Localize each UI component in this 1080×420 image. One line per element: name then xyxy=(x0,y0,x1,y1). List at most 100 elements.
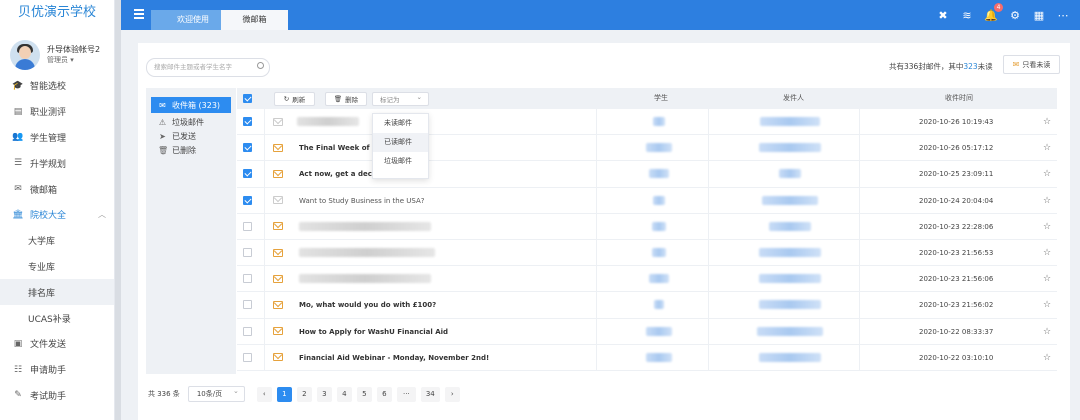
mail-subject[interactable]: How to Apply for WashU Financial Aid xyxy=(299,319,448,344)
page-button[interactable]: 6 xyxy=(376,386,392,402)
sidebar-subitem-ucas[interactable]: UCAS补录 xyxy=(0,305,114,331)
menu-item-unread[interactable]: 未读邮件 xyxy=(373,114,428,133)
sidebar-item-career-test[interactable]: ▤ 职业测评 xyxy=(0,99,114,125)
search-icon[interactable] xyxy=(257,62,264,69)
row-checkbox[interactable] xyxy=(243,169,252,179)
more-icon[interactable]: ⋯ xyxy=(1056,8,1070,22)
folder-trash[interactable]: 🗑 已删除 xyxy=(146,143,236,157)
mail-subject[interactable]: Mo, what would you do with £100? xyxy=(299,292,436,317)
sidebar-scrollbar[interactable] xyxy=(115,0,121,420)
wifi-icon[interactable]: ≋ xyxy=(960,8,974,22)
sidebar-subitem-majors[interactable]: 专业库 xyxy=(0,254,114,280)
menu-item-read[interactable]: 已读邮件 xyxy=(373,133,428,152)
column-student[interactable]: 学生 xyxy=(654,88,668,109)
page-button[interactable]: 5 xyxy=(356,386,372,402)
sidebar-item-planning[interactable]: ☰ 升学规划 xyxy=(0,150,114,176)
search-placeholder: 搜索邮件主题或者学生名字 xyxy=(154,63,232,71)
sidebar-item-apply[interactable]: ☷ 申请助手 xyxy=(0,357,114,383)
page-button[interactable]: 3 xyxy=(316,386,332,402)
page-button[interactable]: ··· xyxy=(396,386,416,402)
star-icon[interactable]: ☆ xyxy=(1043,214,1051,240)
sidebar-item-file-send[interactable]: ▣ 文件发送 xyxy=(0,331,114,357)
table-row[interactable]: Financial Aid Webinar - Monday, November… xyxy=(237,344,1057,371)
mail-subject[interactable]: Want to Study Business in the USA? xyxy=(299,188,424,213)
row-checkbox[interactable] xyxy=(243,248,252,258)
page-size-select[interactable]: 10条/页 xyxy=(187,384,245,402)
star-icon[interactable]: ☆ xyxy=(1043,188,1051,214)
page-button[interactable]: 2 xyxy=(296,386,312,402)
close-circle-icon[interactable]: ✖ xyxy=(936,8,950,22)
user-panel[interactable]: 升导体验帐号2 管理员 ▾ xyxy=(0,28,114,73)
user-role-dropdown[interactable]: 管理员 ▾ xyxy=(47,55,74,65)
next-page-button[interactable]: › xyxy=(444,386,460,402)
folder-spam[interactable]: ⚠ 垃圾邮件 xyxy=(146,115,236,129)
sidebar-subitem-universities[interactable]: 大学库 xyxy=(0,228,114,254)
table-row[interactable]: 2020-10-23 21:56:06 ☆ xyxy=(237,266,1057,293)
row-checkbox[interactable] xyxy=(243,274,252,284)
bell-icon[interactable]: 🔔 4 xyxy=(984,3,1003,22)
star-icon[interactable]: ☆ xyxy=(1043,266,1051,292)
redacted-sender xyxy=(759,300,821,310)
row-checkbox[interactable] xyxy=(243,326,252,336)
redacted-sender xyxy=(759,248,821,258)
sidebar-item-students[interactable]: 👥 学生管理 xyxy=(0,125,114,151)
tab-mailbox[interactable]: 微邮箱 xyxy=(221,10,288,30)
row-checkbox[interactable] xyxy=(243,143,252,153)
count-mid: 封邮件，其中 xyxy=(918,62,964,71)
table-row[interactable]: Act now, get a decisio 2020-10-25 23:09:1… xyxy=(237,161,1057,188)
table-row[interactable]: Mo, what would you do with £100? 2020-10-… xyxy=(237,292,1057,319)
mail-date: 2020-10-22 03:10:10 xyxy=(919,353,994,362)
table-row[interactable]: The Final Week of Cla 2020-10-26 05:17:12… xyxy=(237,135,1057,162)
sidebar-item-exam[interactable]: ✎ 考试助手 xyxy=(0,383,114,409)
sidebar-item-smart-select[interactable]: 🎓 智能选校 xyxy=(0,73,114,99)
mark-as-dropdown[interactable]: 标记为 ⌄ xyxy=(372,92,429,106)
delete-button[interactable]: 🗑 删除 xyxy=(325,92,367,106)
gear-icon[interactable]: ⚙ xyxy=(1008,8,1022,22)
sidebar-subitem-rankings[interactable]: 排名库 xyxy=(0,279,114,306)
star-icon[interactable]: ☆ xyxy=(1043,109,1051,135)
menu-icon[interactable] xyxy=(134,9,144,19)
bank-icon: 🏛 xyxy=(12,209,24,220)
table-row[interactable]: 2020-10-26 10:19:43 ☆ xyxy=(237,109,1057,136)
row-checkbox[interactable] xyxy=(243,352,252,362)
unread-only-button[interactable]: ✉ 只看未读 xyxy=(1003,55,1060,74)
calendar-icon[interactable]: ▦ xyxy=(1032,8,1046,22)
star-icon[interactable]: ☆ xyxy=(1043,161,1051,187)
row-checkbox[interactable] xyxy=(243,195,252,205)
folder-sent[interactable]: ➤ 已发送 xyxy=(146,129,236,143)
table-row[interactable]: 2020-10-23 21:56:53 ☆ xyxy=(237,239,1057,267)
redacted-student xyxy=(654,300,664,310)
sidebar-item-mailbox[interactable]: ✉ 微邮箱 xyxy=(0,176,114,202)
star-icon[interactable]: ☆ xyxy=(1043,292,1051,318)
column-sender[interactable]: 发件人 xyxy=(783,88,804,109)
table-row[interactable]: Want to Study Business in the USA? 2020-1… xyxy=(237,187,1057,214)
table-row[interactable]: 2020-10-23 22:28:06 ☆ xyxy=(237,213,1057,240)
column-received[interactable]: 收件时间 xyxy=(945,88,973,109)
prev-page-button[interactable]: ‹ xyxy=(256,386,272,402)
mail-date: 2020-10-26 05:17:12 xyxy=(919,144,994,153)
pagination: 共 336 条 10条/页 ‹ 123456···34 › xyxy=(148,384,465,402)
mail-subject[interactable]: Financial Aid Webinar - Monday, November… xyxy=(299,345,489,370)
redacted-subject xyxy=(299,274,431,284)
star-icon[interactable]: ☆ xyxy=(1043,319,1051,345)
star-icon[interactable]: ☆ xyxy=(1043,345,1051,371)
menu-item-spam[interactable]: 垃圾邮件 xyxy=(373,152,428,171)
star-icon[interactable]: ☆ xyxy=(1043,240,1051,266)
page-button[interactable]: 4 xyxy=(336,386,352,402)
page-button[interactable]: 1 xyxy=(276,386,292,402)
mail-date: 2020-10-23 21:56:53 xyxy=(919,248,994,257)
search-input[interactable]: 搜索邮件主题或者学生名字 xyxy=(146,58,270,77)
folder-inbox[interactable]: ✉ 收件箱 (323) xyxy=(151,97,231,113)
graduation-cap-icon: 🎓 xyxy=(12,80,24,91)
redacted-sender xyxy=(759,352,821,362)
envelope-icon xyxy=(273,353,283,362)
row-checkbox[interactable] xyxy=(243,300,252,310)
refresh-button[interactable]: ↻ 刷新 xyxy=(274,92,315,106)
row-checkbox[interactable] xyxy=(243,117,252,127)
star-icon[interactable]: ☆ xyxy=(1043,135,1051,161)
table-row[interactable]: How to Apply for WashU Financial Aid 2020… xyxy=(237,318,1057,345)
row-checkbox[interactable] xyxy=(243,221,252,231)
page-button[interactable]: 34 xyxy=(420,386,440,402)
sidebar-item-schools[interactable]: 🏛 院校大全 ︿ xyxy=(0,202,114,228)
select-all-checkbox[interactable] xyxy=(243,94,252,103)
